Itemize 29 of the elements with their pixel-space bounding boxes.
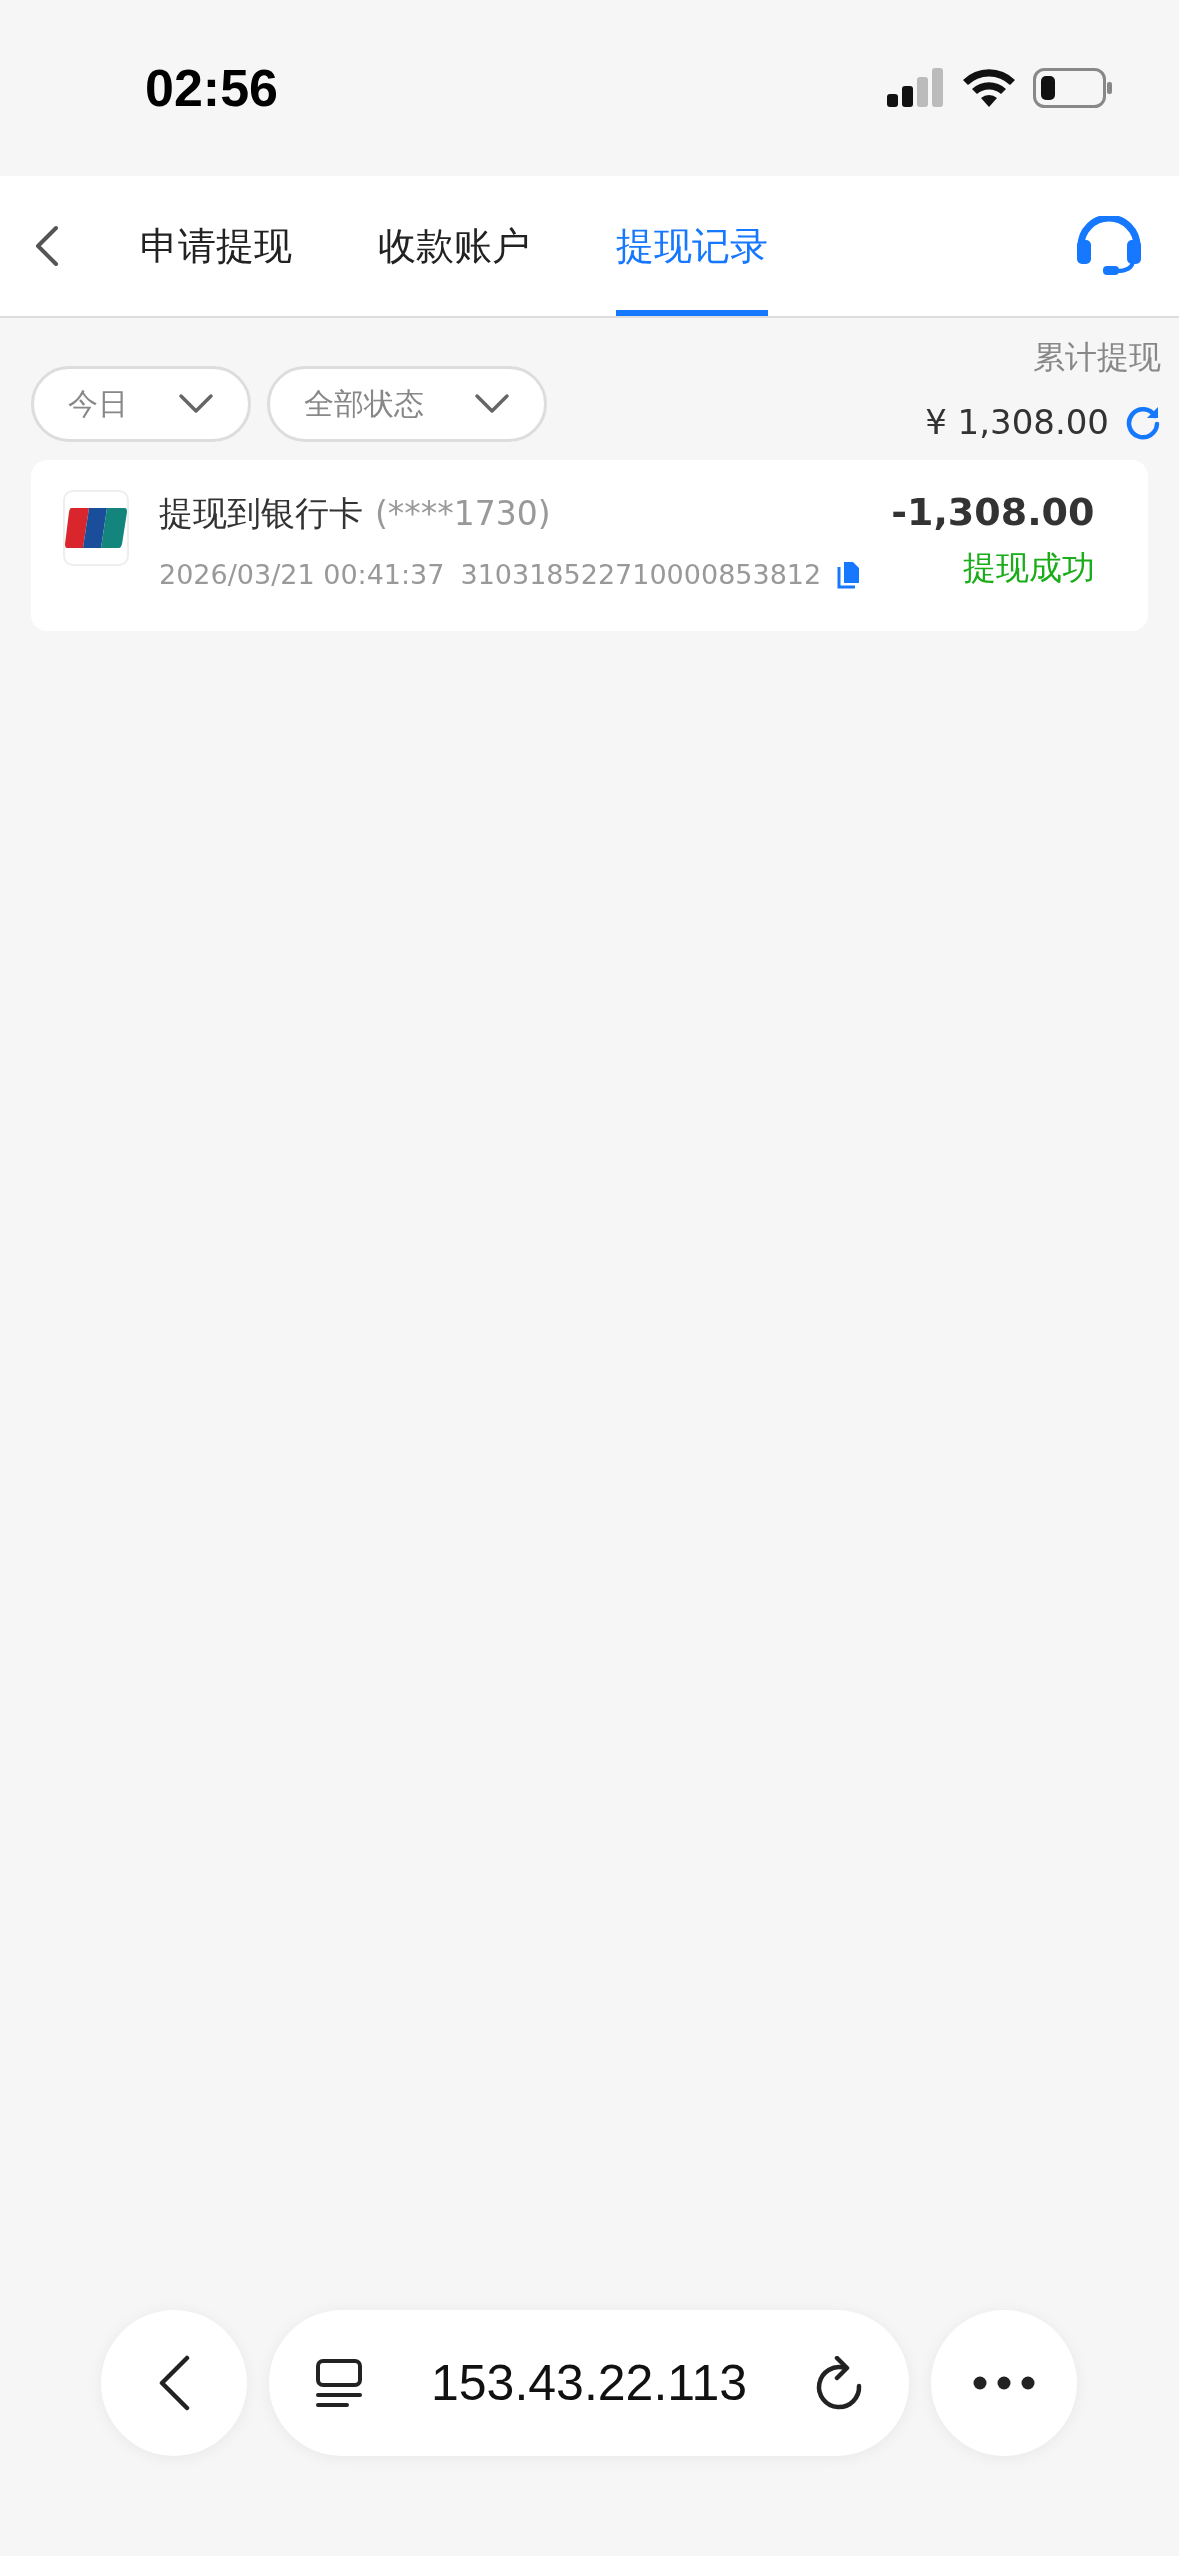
record-card[interactable]: 提现到银行卡 (****1730) 2026/03/21 00:41:37 310318522710000853812 -1,308.00 提现成功: [31, 460, 1148, 631]
tab[interactable]: 申请提现: [140, 176, 292, 316]
tab[interactable]: 提现记录: [616, 176, 768, 316]
bank-card-logo-icon: [63, 490, 129, 566]
tab[interactable]: 收款账户: [378, 176, 530, 316]
chevron-down-icon: [474, 393, 510, 415]
tabs-icon[interactable]: [315, 2358, 363, 2408]
record-amount: -1,308.00: [891, 490, 1095, 534]
reload-icon[interactable]: [815, 2356, 863, 2410]
status-time: 02:56: [145, 58, 278, 118]
total-label: 累计提现: [1033, 337, 1161, 378]
record-status: 提现成功: [962, 547, 1095, 589]
address-bar[interactable]: 153.43.22.113: [269, 2310, 909, 2456]
more-icon[interactable]: [973, 2376, 1035, 2390]
record-time: 2026/03/21 00:41:37: [159, 559, 445, 590]
record-title: 提现到银行卡: [159, 492, 363, 535]
wifi-icon: [963, 69, 1015, 107]
account-number: (****1730): [375, 494, 551, 533]
total-amount: ¥ 1,308.00: [925, 402, 1109, 442]
signal-icon: [887, 68, 945, 108]
refresh-icon[interactable]: [1125, 404, 1161, 440]
filter-dropdown[interactable]: 全部状态: [267, 366, 547, 442]
chevron-down-icon: [178, 393, 214, 415]
url-text: 153.43.22.113: [430, 2354, 747, 2412]
battery-icon: [1033, 68, 1113, 108]
copy-icon[interactable]: [837, 560, 862, 589]
filter-dropdown[interactable]: 今日: [31, 366, 251, 442]
serial-number: 310318522710000853812: [460, 559, 822, 590]
back-icon[interactable]: [157, 2355, 191, 2411]
